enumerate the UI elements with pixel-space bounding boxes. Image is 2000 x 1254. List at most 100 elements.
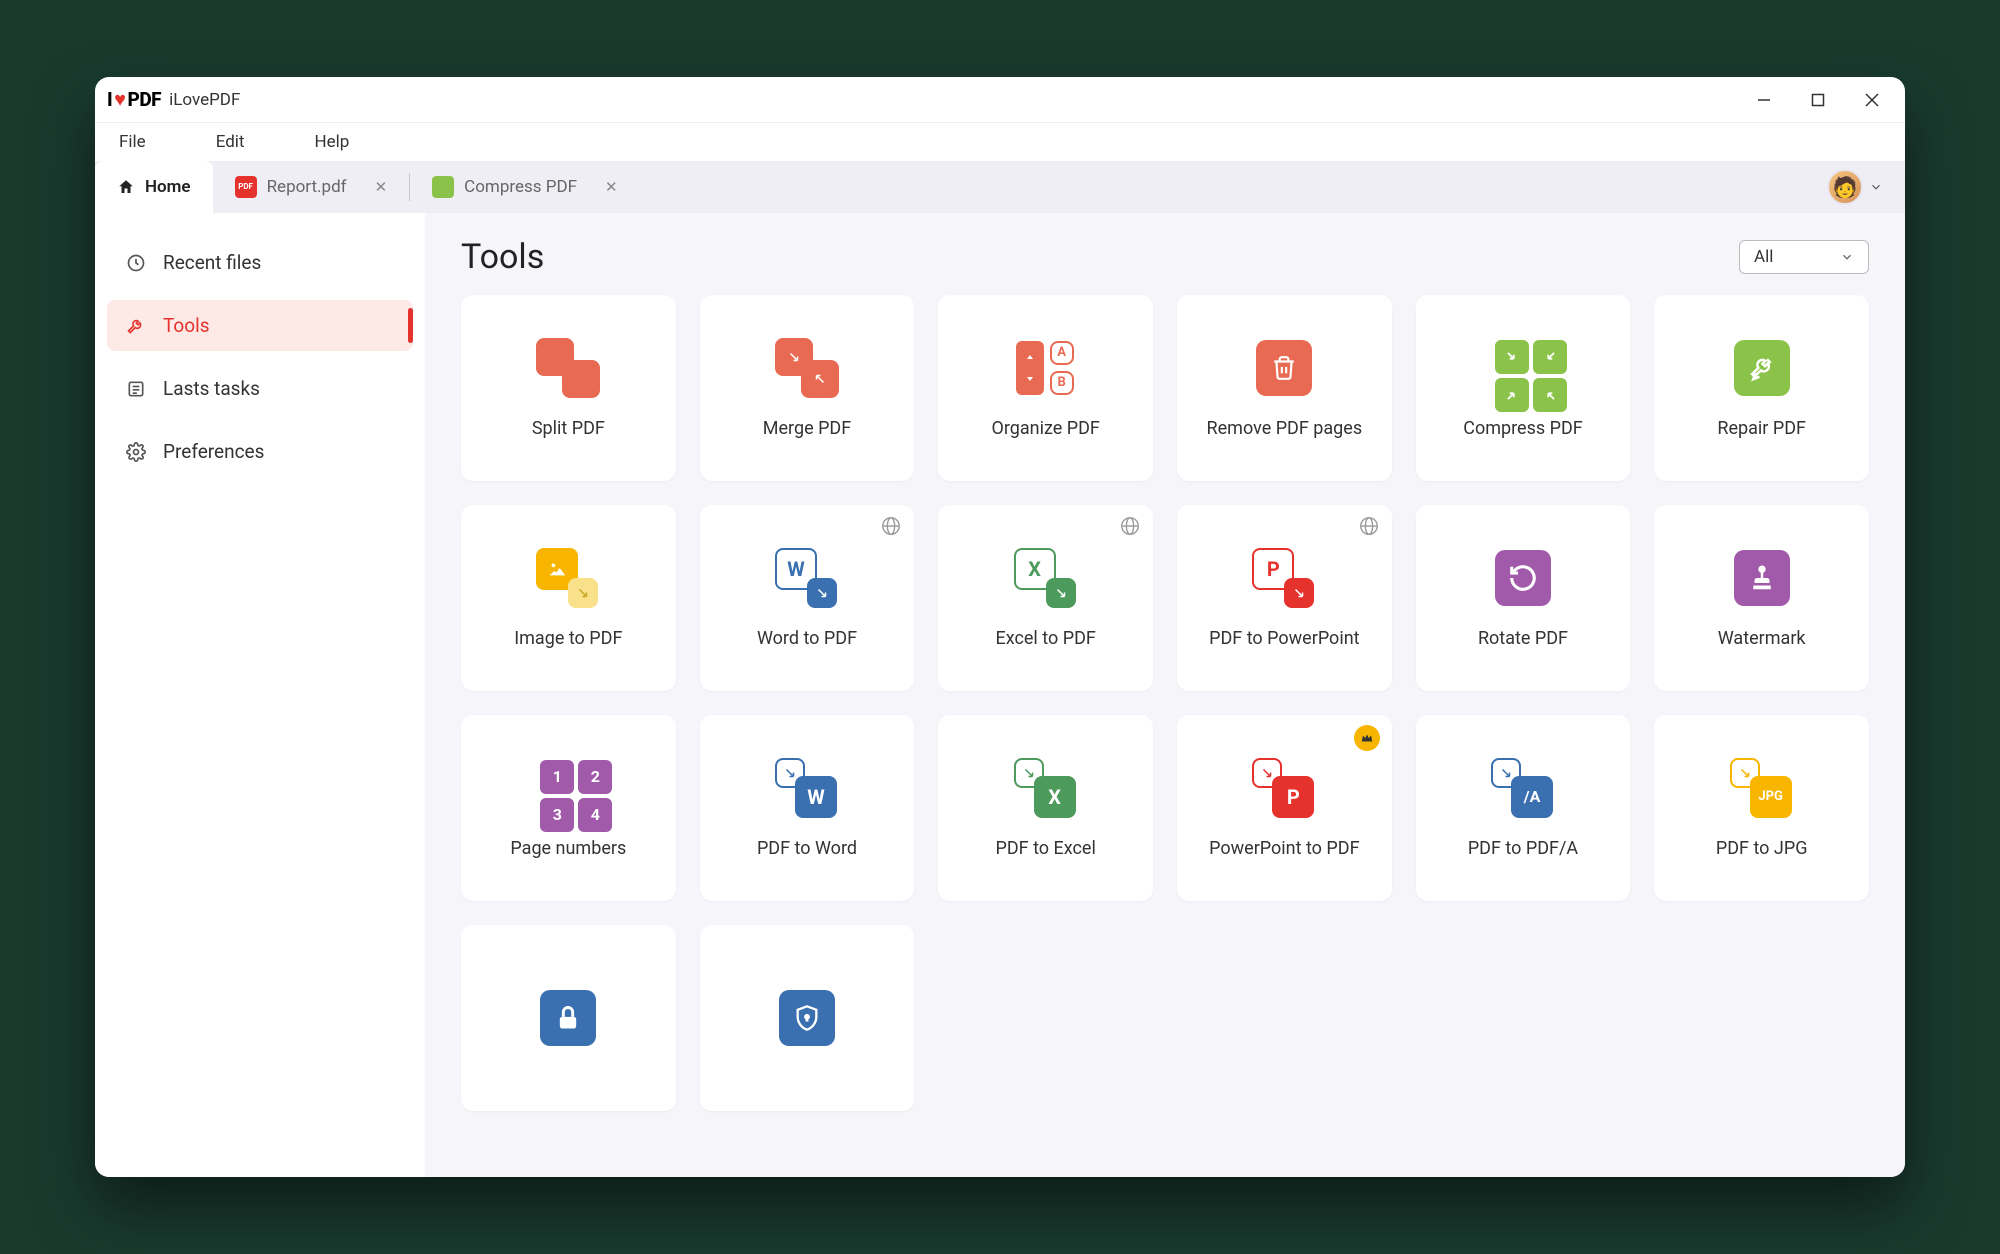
tool-rotate-pdf[interactable]: Rotate PDF <box>1416 505 1631 691</box>
titlebar: I ♥ PDF iLovePDF <box>95 77 1905 123</box>
tool-excel-to-pdf[interactable]: X Excel to PDF <box>938 505 1153 691</box>
lock-icon <box>532 988 604 1048</box>
globe-icon <box>1358 515 1380 537</box>
tool-split-pdf[interactable]: Split PDF <box>461 295 676 481</box>
tool-word-to-pdf[interactable]: W Word to PDF <box>700 505 915 691</box>
page-title: Tools <box>461 237 544 277</box>
tool-pdf-to-excel[interactable]: X PDF to Excel <box>938 715 1153 901</box>
filter-dropdown[interactable]: All <box>1739 240 1869 274</box>
shield-icon <box>771 988 843 1048</box>
sidebar-item-label: Tools <box>163 314 210 337</box>
crown-icon <box>1354 725 1380 751</box>
toexcel-icon: X <box>1010 758 1082 818</box>
sidebar-item-preferences[interactable]: Preferences <box>107 426 413 477</box>
app-logo: I ♥ PDF <box>107 87 161 112</box>
wrench-icon <box>125 315 147 337</box>
compress-icon <box>1487 338 1559 398</box>
clock-icon <box>125 252 147 274</box>
avatar: 🧑 <box>1827 169 1863 205</box>
menu-edit[interactable]: Edit <box>216 132 245 152</box>
sidebar-item-label: Preferences <box>163 440 264 463</box>
close-icon[interactable]: ✕ <box>605 178 618 196</box>
pptto-icon: P <box>1248 758 1320 818</box>
tool-label: Page numbers <box>510 838 626 859</box>
pagenum-icon: 1 2 3 4 <box>532 758 604 818</box>
tool-remove-pages[interactable]: Remove PDF pages <box>1177 295 1392 481</box>
sidebar-item-tasks[interactable]: Lasts tasks <box>107 363 413 414</box>
trash-icon <box>1248 338 1320 398</box>
tool-protect-pdf[interactable] <box>700 925 915 1111</box>
tool-pdf-to-word[interactable]: W PDF to Word <box>700 715 915 901</box>
split-icon <box>532 338 604 398</box>
tool-label: PDF to PowerPoint <box>1209 628 1359 649</box>
tool-merge-pdf[interactable]: Merge PDF <box>700 295 915 481</box>
repair-icon <box>1726 338 1798 398</box>
tool-label: Watermark <box>1718 628 1806 649</box>
globe-icon <box>1119 515 1141 537</box>
menubar: File Edit Help <box>95 123 1905 161</box>
tool-compress-pdf[interactable]: Compress PDF <box>1416 295 1631 481</box>
chevron-down-icon <box>1869 180 1883 194</box>
tool-pdf-to-powerpoint[interactable]: P PDF to PowerPoint <box>1177 505 1392 691</box>
tab-home-label: Home <box>145 177 191 197</box>
maximize-button[interactable] <box>1807 89 1829 111</box>
window-controls <box>1753 89 1893 111</box>
merge-icon <box>771 338 843 398</box>
tool-label: PDF to Word <box>757 838 857 859</box>
sidebar-item-recent[interactable]: Recent files <box>107 237 413 288</box>
tabbar: Home PDF Report.pdf ✕ Compress PDF ✕ 🧑 <box>95 161 1905 213</box>
stamp-icon <box>1726 548 1798 608</box>
image-icon <box>532 548 604 608</box>
tool-label: PowerPoint to PDF <box>1209 838 1359 859</box>
minimize-button[interactable] <box>1753 89 1775 111</box>
tool-page-numbers[interactable]: 1 2 3 4 Page numbers <box>461 715 676 901</box>
tool-label: Remove PDF pages <box>1207 418 1363 439</box>
menu-file[interactable]: File <box>119 132 146 152</box>
word-icon: W <box>771 548 843 608</box>
close-icon[interactable]: ✕ <box>375 178 388 196</box>
app-title: iLovePDF <box>169 90 240 110</box>
chevron-down-icon <box>1840 250 1854 264</box>
tool-lock-pdf[interactable] <box>461 925 676 1111</box>
tab-report-label: Report.pdf <box>267 177 347 197</box>
compress-file-icon <box>432 176 454 198</box>
excel-icon: X <box>1010 548 1082 608</box>
globe-icon <box>880 515 902 537</box>
tool-organize-pdf[interactable]: A B Organize PDF <box>938 295 1153 481</box>
tool-label: PDF to PDF/A <box>1468 838 1578 859</box>
tab-home[interactable]: Home <box>95 161 213 213</box>
tool-label: Repair PDF <box>1717 418 1806 439</box>
tool-label: Organize PDF <box>991 418 1099 439</box>
tool-pdf-to-pdfa[interactable]: /A PDF to PDF/A <box>1416 715 1631 901</box>
tab-report[interactable]: PDF Report.pdf ✕ <box>213 161 410 213</box>
rotate-icon <box>1487 548 1559 608</box>
tab-compress-label: Compress PDF <box>464 177 577 197</box>
tool-label: Image to PDF <box>514 628 622 649</box>
user-menu[interactable]: 🧑 <box>1827 161 1889 213</box>
organize-icon: A B <box>1010 338 1082 398</box>
filter-value: All <box>1754 247 1773 267</box>
body: Recent files Tools Lasts tasks Preferenc… <box>95 213 1905 1177</box>
menu-help[interactable]: Help <box>314 132 349 152</box>
home-icon <box>117 178 135 196</box>
tab-compress[interactable]: Compress PDF ✕ <box>410 161 639 213</box>
tool-repair-pdf[interactable]: Repair PDF <box>1654 295 1869 481</box>
logo-text-suffix: PDF <box>128 88 162 111</box>
tool-powerpoint-to-pdf[interactable]: P PowerPoint to PDF <box>1177 715 1392 901</box>
jpg-icon: JPG <box>1726 758 1798 818</box>
tool-label: PDF to JPG <box>1716 838 1808 859</box>
tool-pdf-to-jpg[interactable]: JPG PDF to JPG <box>1654 715 1869 901</box>
list-icon <box>125 378 147 400</box>
main-panel: Tools All <box>425 213 1905 1177</box>
tool-label: Word to PDF <box>757 628 857 649</box>
main-header: Tools All <box>461 237 1869 277</box>
app-window: I ♥ PDF iLovePDF File Edit Help Ho <box>95 77 1905 1177</box>
tool-watermark[interactable]: Watermark <box>1654 505 1869 691</box>
tool-label: Rotate PDF <box>1478 628 1568 649</box>
pdfa-icon: /A <box>1487 758 1559 818</box>
tool-label: Compress PDF <box>1463 418 1583 439</box>
gear-icon <box>125 441 147 463</box>
tool-image-to-pdf[interactable]: Image to PDF <box>461 505 676 691</box>
sidebar-item-tools[interactable]: Tools <box>107 300 413 351</box>
close-button[interactable] <box>1861 89 1883 111</box>
